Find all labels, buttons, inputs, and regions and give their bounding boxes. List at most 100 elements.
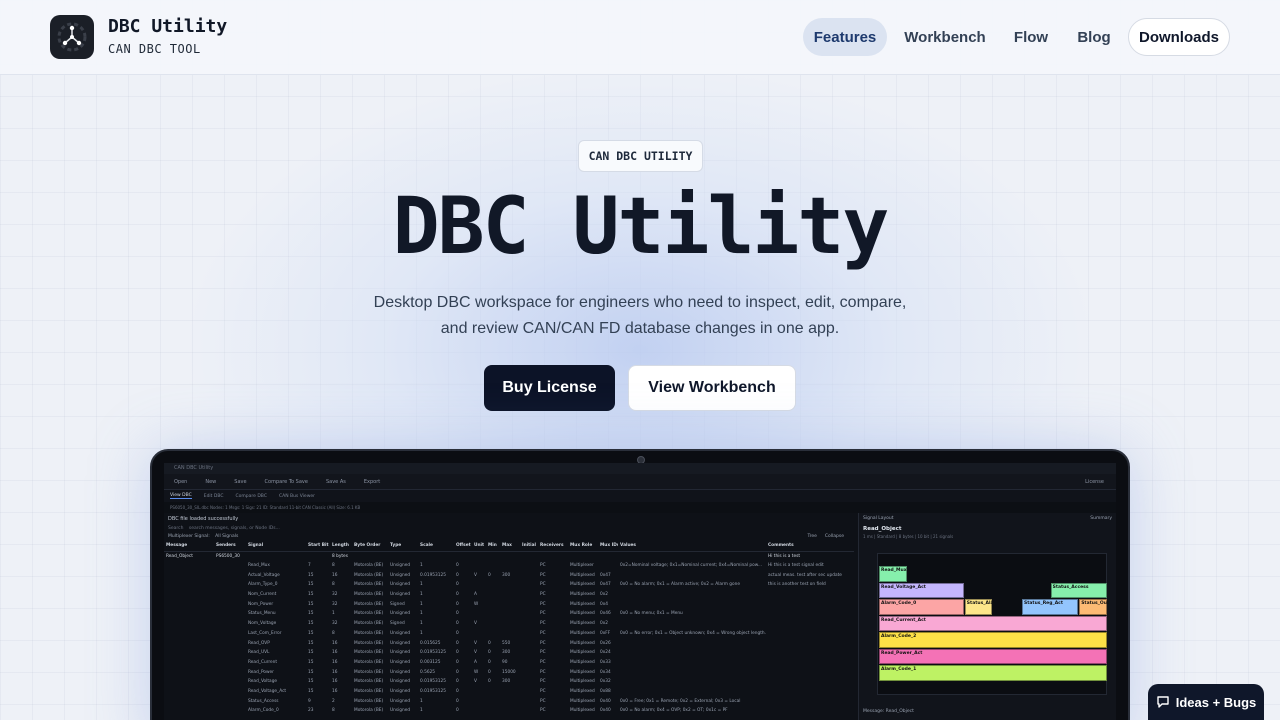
tree-button[interactable]: Tree — [807, 534, 816, 539]
toolbar-export[interactable]: Export — [360, 478, 384, 486]
table-cell — [618, 658, 766, 668]
table-cell: 300 — [502, 572, 511, 578]
table-cell: 15 — [308, 611, 314, 617]
signal-block[interactable]: Status_Ala — [964, 599, 994, 615]
brand-title[interactable]: DBC Utility — [108, 16, 227, 37]
table-cell — [214, 648, 246, 658]
column-header[interactable]: Min — [486, 541, 500, 552]
message-row[interactable]: Read_Object PS6500_30 8 bytes Hi this is a … — [164, 551, 854, 561]
table-row[interactable]: Last_Com_Error 15 8 Motorola (BE) Unsigned 1 0… — [164, 629, 854, 639]
signal-block[interactable]: Alarm_Code_1 — [879, 665, 1107, 681]
column-header[interactable]: Start Bit — [306, 541, 330, 552]
signal-block[interactable]: Read_Current_Act — [879, 615, 1107, 631]
signal-block[interactable]: Status_Access — [1050, 582, 1107, 598]
signal-block[interactable]: Alarm_Code_0 — [879, 599, 964, 615]
brand-logo[interactable] — [50, 15, 94, 59]
table-row[interactable]: Read_Current 15 16 Motorola (BE) Unsigned 0.0… — [164, 658, 854, 668]
table-row[interactable]: Nom_Voltage 15 32 Motorola (BE) Signed 1 0 V PC M… — [164, 619, 854, 629]
nav-workbench[interactable]: Workbench — [897, 18, 993, 56]
table-row[interactable]: Alarm_Code_0 23 8 Motorola (BE) Unsigned 1 0 PC… — [164, 706, 854, 716]
column-header[interactable]: Initial — [520, 541, 538, 552]
table-cell: 15 — [308, 630, 314, 636]
signal-block[interactable]: Status_Out — [1079, 599, 1109, 615]
table-cell: V — [474, 640, 477, 646]
search-input[interactable]: search messages, signals, or Node IDs... — [189, 526, 280, 531]
toolbar-new[interactable]: New — [201, 478, 220, 486]
signal-block[interactable]: Status_Reg_Act — [1022, 599, 1079, 615]
table-cell: Motorola (BE) — [354, 601, 384, 607]
signal-block[interactable]: Read_Power_Act — [879, 648, 1107, 664]
table-row[interactable]: Status_Menu 15 1 Motorola (BE) Unsigned 1 0 PC M… — [164, 609, 854, 619]
table-row[interactable]: Read_OVP 15 16 Motorola (BE) Unsigned 0.01562… — [164, 638, 854, 648]
layout-message-name: Read_Object — [863, 526, 902, 532]
table-cell: Motorola (BE) — [354, 572, 384, 578]
table-row[interactable]: Nom_Current 15 32 Motorola (BE) Unsigned 1 0 A P… — [164, 590, 854, 600]
table-row[interactable]: Read_UVL 15 16 Motorola (BE) Unsigned 0.01953… — [164, 648, 854, 658]
table-cell: 16 — [332, 572, 338, 578]
toolbar-open[interactable]: Open — [170, 478, 191, 486]
table-cell: 8 — [332, 630, 335, 636]
column-header[interactable]: Unit — [472, 541, 486, 552]
table-row[interactable]: Status_Access 9 2 Motorola (BE) Unsigned 1 0 PC… — [164, 696, 854, 706]
column-header[interactable]: Scale — [418, 541, 454, 552]
nav-downloads[interactable]: Downloads — [1128, 18, 1230, 56]
column-header[interactable]: Senders — [214, 541, 246, 552]
tab-view-dbc[interactable]: View DBC — [170, 493, 192, 499]
table-cell: 0x47 — [600, 572, 611, 578]
column-header[interactable]: Receivers — [538, 541, 568, 552]
table-cell: Motorola (BE) — [354, 659, 384, 665]
table-cell: Motorola (BE) — [354, 688, 384, 694]
ideas-bugs-button[interactable]: Ideas + Bugs — [1148, 684, 1264, 720]
table-row[interactable]: Actual_Voltage 15 16 Motorola (BE) Unsigned 0… — [164, 570, 854, 580]
nav-blog[interactable]: Blog — [1068, 18, 1120, 56]
view-workbench-button[interactable]: View Workbench — [628, 365, 796, 411]
column-header[interactable]: Message — [164, 541, 214, 552]
column-header[interactable]: Length — [330, 541, 352, 552]
table-row[interactable]: Read_Voltage 15 16 Motorola (BE) Unsigned 0.0… — [164, 677, 854, 687]
toolbar-license[interactable]: License — [1081, 478, 1108, 486]
toolbar-save[interactable]: Save — [230, 478, 250, 486]
search-label: Search — [168, 526, 184, 531]
column-header[interactable]: Offset — [454, 541, 472, 552]
signal-block[interactable]: Alarm_Code_2 — [879, 632, 1107, 648]
column-header[interactable]: Type — [388, 541, 418, 552]
column-header[interactable]: Values — [618, 541, 766, 552]
table-cell — [500, 551, 520, 561]
table-cell — [618, 590, 766, 600]
table-cell: PC — [540, 679, 546, 685]
toolbar-compare-to-save[interactable]: Compare To Save — [261, 478, 312, 486]
signal-block[interactable]: Read_Voltage_Act — [879, 582, 964, 598]
table-cell — [598, 561, 618, 571]
table-cell: Multiplexed — [570, 630, 595, 636]
column-header[interactable]: Max — [500, 541, 520, 552]
table-cell — [766, 687, 854, 697]
table-cell: PC — [540, 659, 546, 665]
mux-select[interactable]: All Signals — [215, 534, 238, 539]
collapse-button[interactable]: Collapse — [825, 534, 844, 539]
table-cell: 1 — [420, 592, 423, 598]
buy-license-button[interactable]: Buy License — [484, 365, 615, 411]
table-cell: 0.015625 — [420, 640, 441, 646]
table-cell: 0 — [488, 679, 491, 685]
tab-compare-dbc[interactable]: Compare DBC — [236, 494, 267, 499]
table-row[interactable]: Nom_Power 15 32 Motorola (BE) Signed 1 0 W PC Mul… — [164, 599, 854, 609]
column-header[interactable]: Mux IDs — [598, 541, 618, 552]
table-row[interactable]: Read_Mux 7 8 Motorola (BE) Unsigned 1 0 PC Multi… — [164, 561, 854, 571]
tab-edit-dbc[interactable]: Edit DBC — [204, 494, 224, 499]
column-header[interactable]: Signal — [246, 541, 306, 552]
summary-button[interactable]: Summary — [1090, 516, 1112, 521]
column-header[interactable]: Mux Role — [568, 541, 598, 552]
network-icon — [57, 22, 87, 52]
table-row[interactable]: Read_Power 15 16 Motorola (BE) Unsigned 0.562… — [164, 667, 854, 677]
table-row[interactable]: Read_Voltage_Act 15 16 Motorola (BE) Unsigne… — [164, 687, 854, 697]
column-header[interactable]: Byte Order — [352, 541, 388, 552]
signal-block[interactable]: Read_Mux — [879, 566, 907, 582]
nav-flow[interactable]: Flow — [1004, 18, 1058, 56]
toolbar-save-as[interactable]: Save As — [322, 478, 350, 486]
tab-can-bus-viewer[interactable]: CAN Bus Viewer — [279, 494, 315, 499]
table-cell: PC — [540, 640, 546, 646]
column-header[interactable]: Comments — [766, 541, 854, 552]
table-cell: Motorola (BE) — [354, 650, 384, 656]
table-row[interactable]: Alarm_Type_0 15 8 Motorola (BE) Unsigned 1 0 PC… — [164, 580, 854, 590]
nav-features[interactable]: Features — [803, 18, 887, 56]
